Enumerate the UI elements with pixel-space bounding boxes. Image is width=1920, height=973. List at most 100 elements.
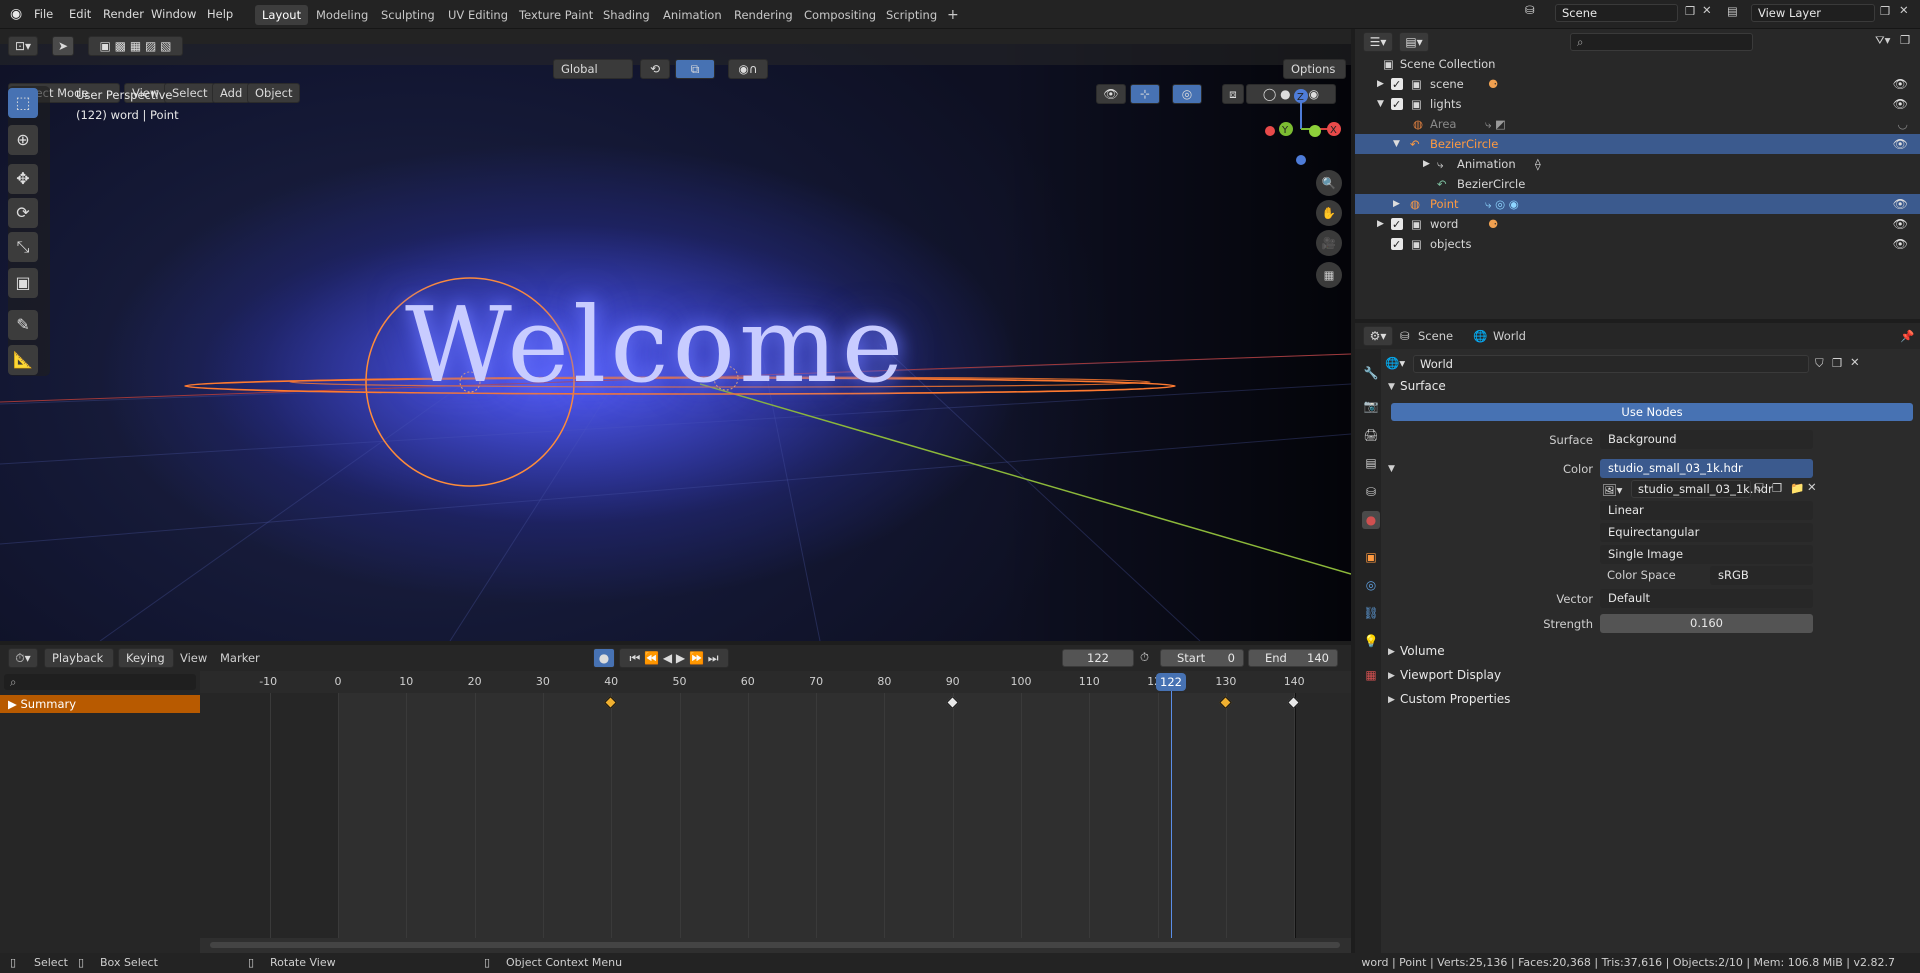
zoom-icon[interactable]: 🔍 bbox=[1316, 170, 1342, 196]
cursor-tool-icon[interactable]: ⊕ bbox=[8, 125, 38, 155]
outliner-row-scene[interactable]: ▶ ▣scene ⚈ 👁 bbox=[1355, 74, 1920, 95]
breadcrumb-world[interactable]: World bbox=[1493, 329, 1526, 343]
visibility-eye-icon[interactable]: 👁 bbox=[1893, 214, 1908, 234]
visibility-eye-icon[interactable]: 👁 bbox=[1893, 194, 1908, 214]
object-tab-icon[interactable]: ▣ bbox=[1362, 548, 1380, 566]
3d-viewport[interactable]: Welcome bbox=[0, 44, 1351, 641]
outliner-row-point[interactable]: ▶ ◍ Point ⤷ ◎ ◉ 👁 bbox=[1355, 194, 1920, 214]
navigation-gizmo[interactable]: X Z Y bbox=[1258, 84, 1348, 174]
view-layer-tab-icon[interactable]: ▤ bbox=[1362, 454, 1380, 472]
custom-properties-panel-header[interactable]: Custom Properties bbox=[1400, 692, 1510, 706]
texture-tab-icon[interactable]: ▦ bbox=[1362, 666, 1380, 684]
tab-layout[interactable]: Layout bbox=[255, 5, 309, 25]
duplicate-world-icon[interactable]: ❐ bbox=[1832, 356, 1842, 370]
color-space-dropdown[interactable]: sRGB bbox=[1710, 566, 1813, 585]
proportional-edit-icon[interactable]: ◉∩ bbox=[728, 59, 768, 79]
tab-scripting[interactable]: Scripting bbox=[879, 5, 944, 25]
timeline-view-menu[interactable]: View bbox=[180, 651, 207, 665]
new-view-layer-icon[interactable]: ❐ bbox=[1880, 4, 1890, 18]
playback-controls[interactable]: ⏮ ⏪ ◀ ▶ ⏩ ⏭ bbox=[619, 648, 729, 668]
tab-rendering[interactable]: Rendering bbox=[727, 5, 800, 25]
vector-field[interactable]: Default bbox=[1600, 589, 1813, 608]
use-nodes-button[interactable]: Use Nodes bbox=[1391, 403, 1913, 421]
volume-panel-header[interactable]: Volume bbox=[1400, 644, 1445, 658]
custom-props-expand-icon[interactable]: ▶ bbox=[1388, 695, 1395, 705]
object-menu[interactable]: Object bbox=[247, 83, 301, 103]
options-dropdown[interactable]: Options bbox=[1283, 59, 1346, 79]
summary-channel[interactable]: ▶ Summary bbox=[0, 695, 200, 713]
visibility-eye-icon[interactable]: 👁 bbox=[1893, 74, 1908, 94]
output-tab-icon[interactable]: 🖨 bbox=[1362, 426, 1380, 444]
projection-dropdown[interactable]: Equirectangular bbox=[1600, 523, 1813, 542]
menu-window[interactable]: Window bbox=[151, 5, 196, 24]
stopwatch-icon[interactable]: ⏱ bbox=[1140, 650, 1149, 665]
close-view-layer-icon[interactable]: ✕ bbox=[1899, 3, 1909, 17]
scene-selector[interactable]: Scene bbox=[1555, 4, 1678, 22]
editor-type-icon[interactable]: ⊡▾ bbox=[8, 36, 38, 56]
summary-expand-icon[interactable]: ▶ bbox=[8, 697, 21, 711]
unlink-world-icon[interactable]: ✕ bbox=[1850, 355, 1860, 369]
constraint-tab-icon[interactable]: ⛓ bbox=[1362, 604, 1380, 622]
outliner-search-input[interactable]: ⌕ bbox=[1570, 33, 1753, 51]
image-duplicate-icon[interactable]: ❐ bbox=[1772, 481, 1782, 495]
new-scene-icon[interactable]: ❐ bbox=[1685, 4, 1695, 18]
keying-menu[interactable]: Keying bbox=[118, 648, 174, 668]
xray-icon[interactable]: ⧈ bbox=[1222, 84, 1244, 104]
selection-mode-icons[interactable]: ▣ ▩ ▦ ▨ ▧ bbox=[88, 36, 183, 56]
start-frame-field[interactable]: Start 0 bbox=[1160, 649, 1244, 667]
world-datablock-icon[interactable]: 🌐▾ bbox=[1385, 356, 1405, 370]
modifier-tab-icon[interactable]: ◎ bbox=[1362, 576, 1380, 594]
ortho-grid-icon[interactable]: ▦ bbox=[1316, 262, 1342, 288]
current-frame-field[interactable]: 122 bbox=[1062, 649, 1134, 667]
scale-tool-icon[interactable]: ⤡ bbox=[8, 232, 38, 262]
visibility-eye-icon[interactable]: 👁 bbox=[1893, 234, 1908, 254]
pin-icon[interactable]: 📌 bbox=[1900, 329, 1914, 343]
pan-hand-icon[interactable]: ✋ bbox=[1316, 200, 1342, 226]
playhead-frame-badge[interactable]: 122 bbox=[1156, 673, 1186, 691]
tab-uv-editing[interactable]: UV Editing bbox=[441, 5, 515, 25]
display-mode-icon[interactable]: ▤▾ bbox=[1399, 32, 1429, 52]
image-open-icon[interactable]: 📁 bbox=[1790, 481, 1804, 495]
outliner-row-area[interactable]: ◍ Area ⤷ ◩ ◡ bbox=[1355, 114, 1920, 134]
tab-compositing[interactable]: Compositing bbox=[797, 5, 883, 25]
menu-edit[interactable]: Edit bbox=[69, 5, 91, 24]
viewport-display-expand-icon[interactable]: ▶ bbox=[1388, 671, 1395, 681]
tab-texture-paint[interactable]: Texture Paint bbox=[512, 5, 600, 25]
camera-view-icon[interactable]: 🎥 bbox=[1316, 230, 1342, 256]
outliner-row-word[interactable]: ▶ ▣word ⚈ 👁 bbox=[1355, 214, 1920, 235]
timeline-editor-type-icon[interactable]: ⏱▾ bbox=[8, 648, 38, 668]
overlays-toggle-icon[interactable]: ◎ bbox=[1172, 84, 1202, 104]
tab-animation[interactable]: Animation bbox=[656, 5, 729, 25]
measure-tool-icon[interactable]: 📐 bbox=[8, 345, 38, 375]
image-source-dropdown[interactable]: Single Image bbox=[1600, 545, 1813, 564]
image-fake-user-icon[interactable]: ⛉ bbox=[1755, 481, 1764, 496]
outliner-row-objects[interactable]: ▣objects 👁 bbox=[1355, 234, 1920, 255]
tab-sculpting[interactable]: Sculpting bbox=[374, 5, 442, 25]
add-menu[interactable]: Add bbox=[212, 83, 251, 103]
visibility-eye-icon[interactable]: 👁 bbox=[1893, 94, 1908, 114]
playback-menu[interactable]: Playback bbox=[44, 648, 114, 668]
menu-file[interactable]: File bbox=[34, 5, 53, 24]
gizmo-toggle-icon[interactable]: ⊹ bbox=[1130, 84, 1160, 104]
image-name-field[interactable]: studio_small_03_1k.hdr bbox=[1631, 480, 1773, 498]
timeline-search-icon[interactable]: ⌕ bbox=[4, 674, 196, 690]
properties-editor-type-icon[interactable]: ⚙▾ bbox=[1363, 326, 1393, 346]
new-collection-icon[interactable]: ❐ bbox=[1900, 33, 1910, 47]
add-workspace-icon[interactable]: + bbox=[940, 5, 966, 25]
image-unlink-icon[interactable]: ✕ bbox=[1807, 480, 1817, 494]
surface-panel-header[interactable]: Surface bbox=[1400, 379, 1446, 393]
scene-collection-row[interactable]: ▣ Scene Collection bbox=[1355, 54, 1920, 74]
hidden-eye-icon[interactable]: ◡ bbox=[1898, 114, 1908, 134]
tab-shading[interactable]: Shading bbox=[596, 5, 657, 25]
close-scene-icon[interactable]: ✕ bbox=[1702, 3, 1712, 17]
outliner-row-animation[interactable]: ▶ ⤷ Animation ⟠ bbox=[1355, 154, 1920, 174]
tool-tab-icon[interactable]: 🔧 bbox=[1362, 364, 1380, 382]
fake-user-icon[interactable]: ⛉ bbox=[1815, 356, 1824, 371]
image-browse-icon[interactable]: 🖼▾ bbox=[1602, 483, 1622, 497]
viewport-visibility-icon[interactable]: 👁 bbox=[1096, 84, 1126, 104]
transform-tool-icon[interactable]: ▣ bbox=[8, 268, 38, 298]
auto-keying-icon[interactable]: ● bbox=[593, 648, 615, 668]
snap-icon[interactable]: ⧉ bbox=[675, 59, 715, 79]
tab-modeling[interactable]: Modeling bbox=[309, 5, 375, 25]
strength-slider[interactable]: 0.160 bbox=[1600, 614, 1813, 633]
